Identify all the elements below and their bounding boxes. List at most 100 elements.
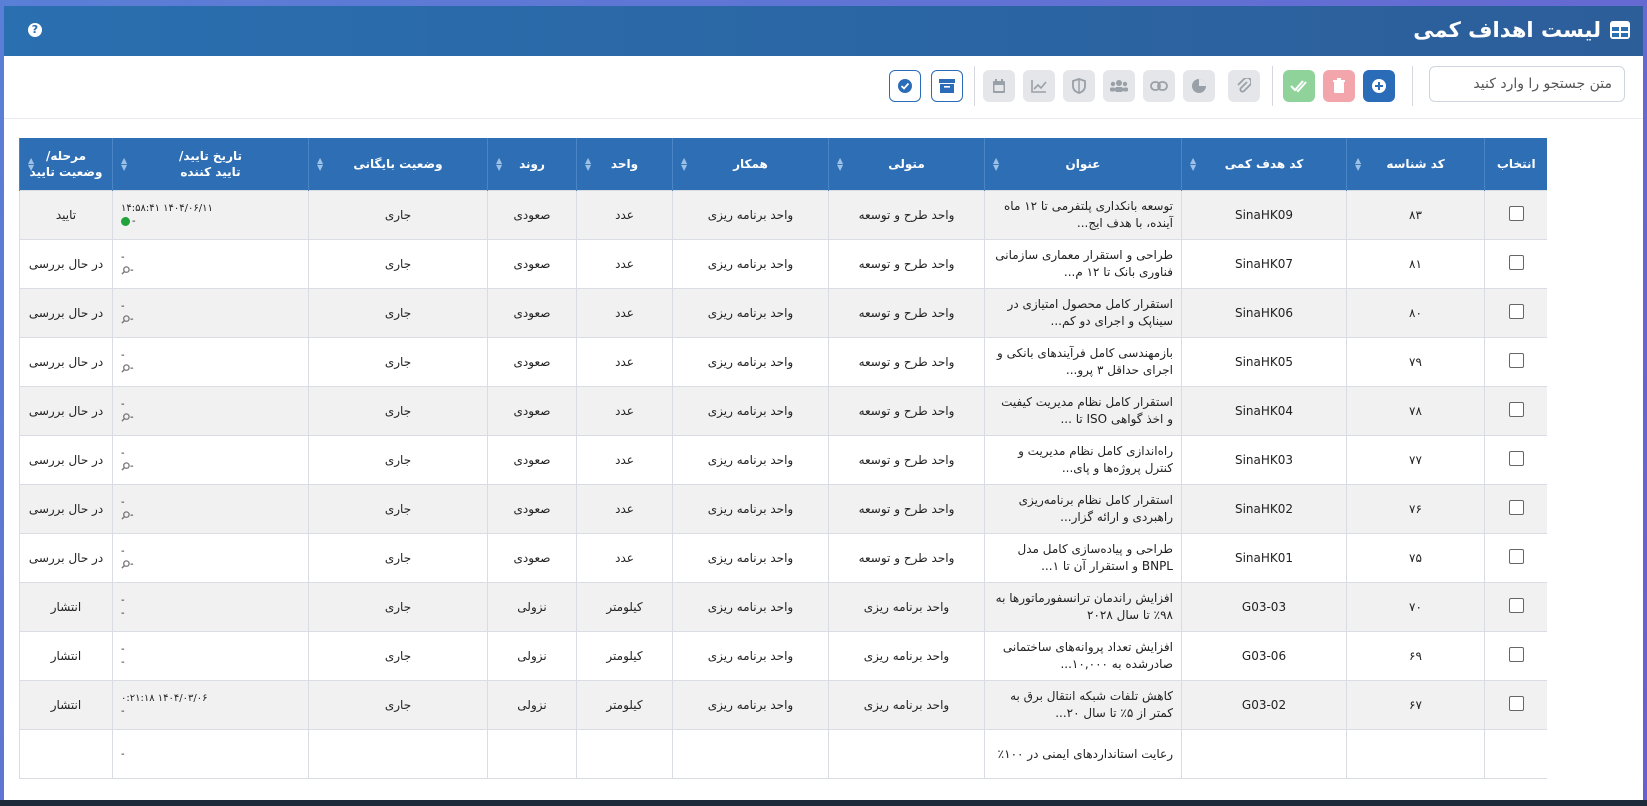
select-cell[interactable] bbox=[1484, 239, 1547, 289]
check-circle-icon bbox=[121, 216, 130, 226]
header-id-code[interactable]: کد شناسه ▲ ▼ bbox=[1346, 138, 1485, 191]
row-checkbox[interactable] bbox=[1508, 696, 1524, 711]
select-cell[interactable] bbox=[1484, 533, 1547, 583]
search-icon[interactable] bbox=[121, 314, 130, 324]
row-checkbox[interactable] bbox=[1508, 451, 1524, 466]
search-input[interactable] bbox=[1429, 66, 1625, 102]
select-cell[interactable] bbox=[1484, 680, 1547, 730]
sort-icon[interactable]: ▲ ▼ bbox=[837, 157, 843, 172]
cell-confirm: -- bbox=[112, 631, 309, 681]
header-confirm-date[interactable]: تاریخ تایید/تایید کننده ▲ ▼ bbox=[112, 138, 309, 191]
users-icon bbox=[1110, 80, 1128, 92]
table-row[interactable]: ۷۹ SinaHK05 بازمهندسی کامل فرآیندهای بانکی… bbox=[19, 337, 1547, 387]
help-icon[interactable]: ? bbox=[28, 23, 42, 37]
table-row[interactable]: ۷۵ SinaHK01 طراحی و پیاده‌سازی کامل مدل BN… bbox=[19, 533, 1547, 583]
row-checkbox[interactable] bbox=[1508, 206, 1524, 221]
header-stage[interactable]: مرحله/وضعیت تایید ▲ ▼ bbox=[19, 138, 113, 191]
table-row[interactable]: ۶۷ G03-02 کاهش تلفات شبکه انتقال برق به کم… bbox=[19, 680, 1547, 730]
confirm-by-line: - bbox=[121, 705, 300, 718]
table-row[interactable]: رعایت استانداردهای ایمنی در ۱۰۰٪ - bbox=[19, 729, 1547, 779]
approve-button[interactable] bbox=[1283, 70, 1315, 102]
sort-icon[interactable]: ▲ ▼ bbox=[1190, 157, 1196, 172]
row-checkbox[interactable] bbox=[1508, 255, 1524, 270]
search-icon[interactable] bbox=[121, 412, 130, 422]
table-row[interactable]: ۷۰ G03-03 افزایش راندمان ترانسفورماتورها ب… bbox=[19, 582, 1547, 632]
delete-button[interactable] bbox=[1323, 70, 1355, 102]
sort-icon[interactable]: ▲ ▼ bbox=[585, 157, 591, 172]
table-row[interactable]: ۷۸ SinaHK04 استقرار کامل نظام مدیریت کیفیت… bbox=[19, 386, 1547, 436]
search-icon[interactable] bbox=[121, 363, 130, 373]
select-cell[interactable] bbox=[1484, 582, 1547, 632]
add-button[interactable] bbox=[1363, 70, 1395, 102]
header-unit[interactable]: واحد ▲ ▼ bbox=[576, 138, 673, 191]
sort-icon[interactable]: ▲ ▼ bbox=[28, 157, 34, 172]
users-button[interactable] bbox=[1103, 70, 1135, 102]
table-row[interactable]: ۶۹ G03-06 افزایش تعداد پروانه‌های ساختمانی… bbox=[19, 631, 1547, 681]
confirm-by: - bbox=[130, 363, 134, 374]
confirm-date: - bbox=[121, 546, 125, 557]
confirm-date: ۱۴۰۴/۰۳/۰۶ ۰:۲۱:۱۸ bbox=[121, 693, 208, 704]
cell-archive: جاری bbox=[308, 533, 488, 583]
select-cell[interactable] bbox=[1484, 386, 1547, 436]
table-row[interactable]: ۸۱ SinaHK07 طراحی و استقرار معماری سازمانی… bbox=[19, 239, 1547, 289]
row-checkbox[interactable] bbox=[1508, 598, 1524, 613]
confirm-date: - bbox=[121, 350, 125, 361]
calendar-button[interactable] bbox=[983, 70, 1015, 102]
cell-unit: عدد bbox=[576, 190, 673, 240]
row-checkbox[interactable] bbox=[1508, 549, 1524, 564]
search-icon[interactable] bbox=[121, 265, 130, 275]
header-target-code[interactable]: کد هدف کمی ▲ ▼ bbox=[1181, 138, 1347, 191]
sort-icon[interactable]: ▲ ▼ bbox=[681, 157, 687, 172]
select-cell[interactable] bbox=[1484, 288, 1547, 338]
select-cell[interactable] bbox=[1484, 484, 1547, 534]
header-partner[interactable]: همکار ▲ ▼ bbox=[672, 138, 829, 191]
sort-icon[interactable]: ▲ ▼ bbox=[121, 157, 127, 172]
trend-chart-button[interactable] bbox=[1023, 70, 1055, 102]
search-icon[interactable] bbox=[121, 559, 130, 569]
cell-owner: واحد طرح و توسعه bbox=[828, 337, 985, 387]
header-title[interactable]: عنوان ▲ ▼ bbox=[984, 138, 1182, 191]
table-row[interactable]: ۷۷ SinaHK03 راه‌اندازی کامل نظام مدیریت و … bbox=[19, 435, 1547, 485]
header-archive-status[interactable]: وضعیت بایگانی ▲ ▼ bbox=[308, 138, 488, 191]
row-checkbox[interactable] bbox=[1508, 647, 1524, 662]
search-icon[interactable] bbox=[121, 461, 130, 471]
cell-confirm: -- bbox=[112, 582, 309, 632]
select-cell[interactable] bbox=[1484, 631, 1547, 681]
cell-id: ۷۷ bbox=[1346, 435, 1485, 485]
table-row[interactable]: ۷۶ SinaHK02 استقرار کامل نظام برنامه‌ریزی … bbox=[19, 484, 1547, 534]
select-cell[interactable] bbox=[1484, 729, 1547, 779]
select-cell[interactable] bbox=[1484, 337, 1547, 387]
archive-button[interactable] bbox=[931, 70, 963, 102]
cell-trend: صعودی bbox=[487, 533, 577, 583]
sort-icon[interactable]: ▲ ▼ bbox=[1355, 157, 1361, 172]
cell-id: ۷۶ bbox=[1346, 484, 1485, 534]
trash-icon bbox=[1333, 78, 1345, 93]
row-checkbox[interactable] bbox=[1508, 304, 1524, 319]
sort-icon[interactable]: ▲ ▼ bbox=[496, 157, 502, 172]
table-row[interactable]: ۸۰ SinaHK06 استقرار کامل محصول امتیازی در … bbox=[19, 288, 1547, 338]
cell-stage: در حال بررسی bbox=[19, 435, 113, 485]
header-trend[interactable]: روند ▲ ▼ bbox=[487, 138, 577, 191]
sort-icon[interactable]: ▲ ▼ bbox=[317, 157, 323, 172]
cell-code: SinaHK03 bbox=[1181, 435, 1347, 485]
attach-button[interactable] bbox=[1228, 70, 1260, 102]
cell-code: SinaHK07 bbox=[1181, 239, 1347, 289]
row-checkbox[interactable] bbox=[1508, 402, 1524, 417]
row-checkbox[interactable] bbox=[1508, 353, 1524, 368]
select-cell[interactable] bbox=[1484, 435, 1547, 485]
select-cell[interactable] bbox=[1484, 190, 1547, 240]
pie-chart-button[interactable] bbox=[1183, 70, 1215, 102]
row-checkbox[interactable] bbox=[1508, 500, 1524, 515]
table-row[interactable]: ۸۳ SinaHK09 توسعه بانکداری پلتفرمی تا ۱۲ م… bbox=[19, 190, 1547, 240]
cell-id: ۸۰ bbox=[1346, 288, 1485, 338]
shield-button[interactable] bbox=[1063, 70, 1095, 102]
header-owner[interactable]: متولی ▲ ▼ bbox=[828, 138, 985, 191]
search-icon[interactable] bbox=[121, 510, 130, 520]
cell-id: ۷۹ bbox=[1346, 337, 1485, 387]
sort-icon[interactable]: ▲ ▼ bbox=[993, 157, 999, 172]
cell-archive bbox=[308, 729, 488, 779]
link-button[interactable] bbox=[1143, 70, 1175, 102]
confirm-date: - bbox=[121, 748, 125, 760]
confirm-filter-button[interactable] bbox=[889, 70, 921, 102]
cell-archive: جاری bbox=[308, 484, 488, 534]
